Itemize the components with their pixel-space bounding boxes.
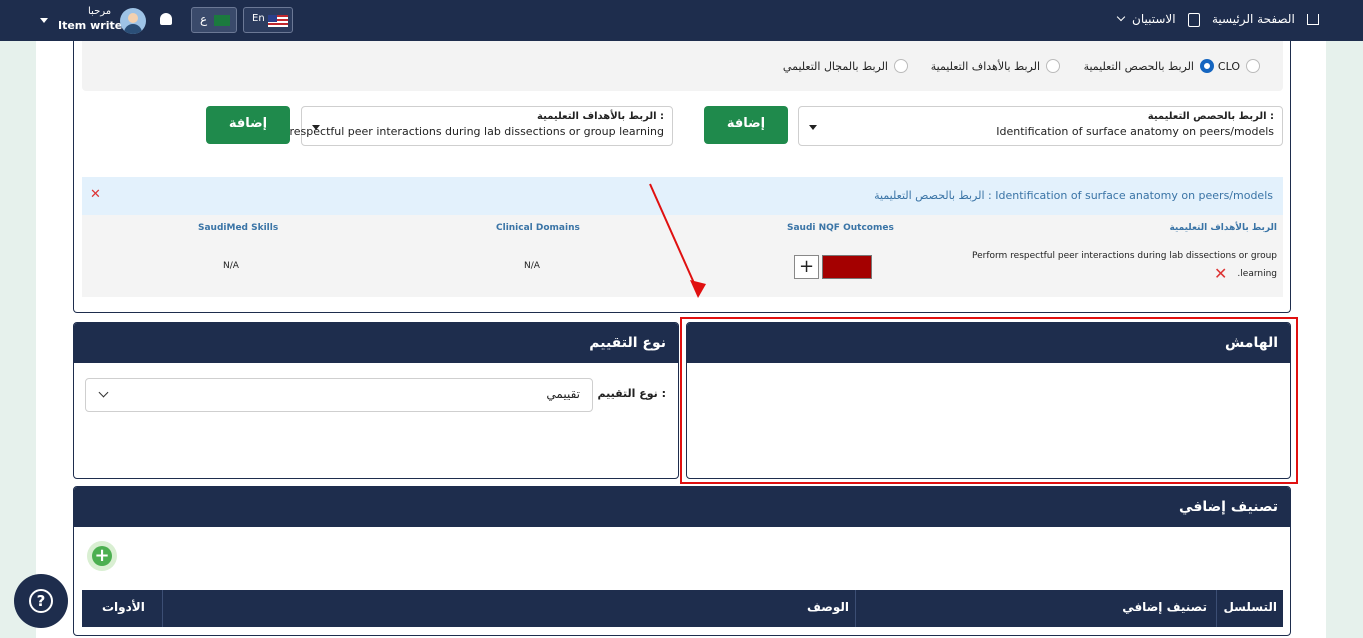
add-lesson-button[interactable]: إضافة (704, 106, 788, 144)
chevron-down-icon[interactable] (1116, 12, 1126, 22)
add-circle-icon[interactable]: + (87, 541, 117, 571)
th-tools: الأدوات (102, 600, 145, 614)
add-objective-button[interactable]: إضافة (206, 106, 290, 144)
objectives-select[interactable]: الربط بالأهداف التعليمية : ... respectfu… (276, 106, 673, 146)
radio-clo-label: CLO (1217, 60, 1240, 73)
nqf-add-button[interactable]: + (794, 255, 819, 279)
chevron-down-icon (98, 387, 109, 398)
user-menu-caret[interactable] (40, 18, 48, 23)
nqf-color-box[interactable] (822, 255, 872, 279)
objective-text-2: .learning (1237, 269, 1277, 279)
clinical-value: N/A (524, 261, 540, 271)
help-button[interactable]: ? (14, 574, 68, 628)
extra-panel-title: تصنيف إضافي (74, 487, 1290, 527)
home-icon[interactable] (1307, 14, 1319, 25)
radio-domain-dot[interactable] (894, 59, 908, 73)
lessons-select-value: Identification of surface anatomy on pee… (996, 125, 1274, 138)
remove-mapping-icon[interactable]: ✕ (90, 187, 101, 202)
us-flag-icon (268, 15, 288, 27)
objectives-select-value: ... respectful peer interactions during … (275, 125, 664, 138)
annotation-arrow (649, 183, 706, 298)
saudimed-value: N/A (223, 261, 239, 271)
survey-menu[interactable]: الاستبيان (1132, 12, 1176, 26)
lessons-select-caret-icon (809, 125, 817, 130)
lang-ar-button[interactable]: ع (191, 7, 237, 33)
radio-objectives-label: الربط بالأهداف التعليمية (930, 60, 1040, 73)
saudi-flag-icon (214, 15, 230, 26)
assessment-panel: نوع التقييم نوع التقييم : تقييمي (73, 322, 679, 479)
assessment-field-label: نوع التقييم : (597, 387, 666, 400)
col-clinical: Clinical Domains (496, 223, 580, 233)
lessons-select-label: الربط بالحصص التعليمية : (1147, 111, 1274, 122)
th-seq: التسلسل (1223, 600, 1277, 614)
radio-domain-label: الربط بالمجال التعليمي (782, 60, 888, 73)
mapping-header-text: الربط بالحصص التعليمية : Identification … (874, 189, 1273, 202)
greeting: مرحبا (88, 6, 112, 17)
th-description: الوصف (807, 600, 850, 614)
question-icon: ? (29, 589, 53, 613)
objectives-select-caret-icon (312, 125, 320, 130)
lessons-select[interactable]: الربط بالحصص التعليمية : Identification … (798, 106, 1283, 146)
col-saudimed: SaudiMed Skills (198, 223, 279, 233)
assessment-select-value: تقييمي (546, 387, 580, 401)
extra-panel: تصنيف إضافي + التسلسل تصنيف إضافي الوصف … (73, 486, 1291, 636)
remove-objective-icon[interactable]: ✕ (1214, 264, 1227, 283)
col-nqf: Saudi NQF Outcomes (787, 223, 894, 233)
lang-en-button[interactable]: En (243, 7, 293, 33)
radio-lessons-dot[interactable] (1200, 59, 1214, 73)
objective-text-1: Perform respectful peer interactions dur… (971, 251, 1277, 261)
bell-icon[interactable] (160, 13, 172, 25)
avatar[interactable] (120, 8, 146, 34)
home-link[interactable]: الصفحة الرئيسية (1212, 12, 1295, 26)
extra-table-header: التسلسل تصنيف إضافي الوصف الأدوات (82, 590, 1283, 627)
survey-icon (1188, 13, 1200, 27)
objectives-select-label: الربط بالأهداف التعليمية : (537, 111, 664, 122)
annotation-highlight-box (680, 317, 1298, 484)
user-role[interactable]: Item writer (58, 19, 128, 32)
radio-lessons-label: الربط بالحصص التعليمية (1083, 60, 1194, 73)
lang-ar-label: ع (200, 12, 208, 26)
radio-objectives-dot[interactable] (1046, 59, 1060, 73)
top-navbar: مرحبا Item writer ع En الصفحة الرئيسية ا… (0, 0, 1363, 41)
lang-en-label: En (252, 13, 265, 24)
radio-clo-dot[interactable] (1246, 59, 1260, 73)
th-classification: تصنيف إضافي (1122, 600, 1207, 614)
col-objectives: الربط بالأهداف التعليمية (1169, 223, 1277, 233)
assessment-panel-title: نوع التقييم (74, 323, 678, 363)
assessment-select[interactable]: تقييمي (85, 378, 593, 412)
